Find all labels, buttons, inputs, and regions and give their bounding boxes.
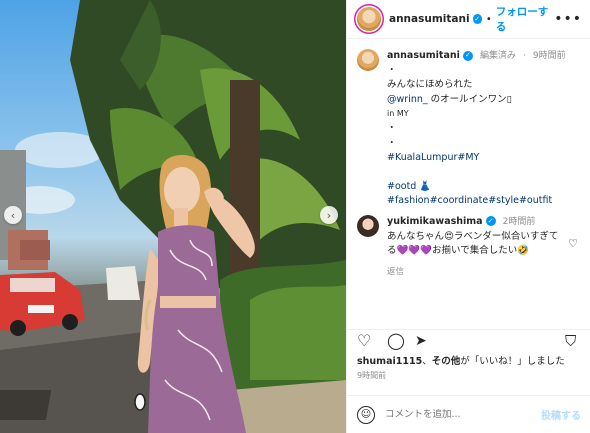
emoji-smiley-icon[interactable]: ☺ [357,405,375,424]
comment-body: yukimikawashima ✓ 2時間前 あんなちゃん😍ラベンダー似合いすぎて… [387,215,567,279]
caption-line: ・ [387,137,397,149]
chevron-right-icon: › [326,208,332,222]
hashtag-link[interactable]: #ootd 👗 [387,180,577,195]
commenter-avatar[interactable] [357,214,379,237]
previous-image-button[interactable]: ‹ [4,206,22,224]
caption-separator: · [522,51,526,61]
bookmark-icon[interactable]: ⛉ [565,332,576,350]
reply-button[interactable]: 返信 [387,265,567,280]
post-actions: ♡ ◯ ➤ ⛉ [347,329,590,352]
comment-item: yukimikawashima ✓ 2時間前 あんなちゃん😍ラベンダー似合いすぎて… [347,209,590,279]
separator-dot: • [485,13,492,25]
next-image-button[interactable]: › [320,206,338,224]
caption-line: ・ [387,64,397,76]
caption-edited: 編集済み [479,51,516,61]
caption-body: annasumitani ✓ 編集済み · 9時間前 ・ みんなにほめられた @w… [387,49,577,209]
hashtag-link[interactable]: #fashion#coordinate#style#outfit [387,194,577,209]
share-paper-plane-icon[interactable]: ➤ [415,332,427,350]
post-comment-button[interactable]: 投稿する [541,407,581,422]
author-avatar[interactable] [357,7,381,31]
liker-username[interactable]: shumai1115 [357,356,422,367]
post-photo[interactable]: ‹ › [0,0,346,433]
commenter-username[interactable]: yukimikawashima [387,216,483,227]
like-heart-icon[interactable]: ♡ [357,332,371,350]
caption-avatar[interactable] [357,49,379,71]
hashtag-link[interactable]: #KualaLumpur#MY [387,151,577,166]
follow-button[interactable]: フォローする [496,4,554,34]
comment-time[interactable]: 2時間前 [503,217,536,227]
likes-suffix: が「いいね！」しました [460,356,565,367]
comment-text: あんなちゃん😍ラベンダー似合いすぎてる💜💜💜お揃いで集合したい🤣 [387,230,559,257]
likes-others[interactable]: その他 [432,356,461,367]
post-timestamp[interactable]: 9時間前 [357,370,386,381]
chevron-left-icon: ‹ [10,208,16,222]
verified-badge-icon: ✓ [472,14,482,24]
verified-badge-icon: ✓ [462,50,473,61]
caption-line: in MY [387,109,409,119]
mention-link[interactable]: @wrinn_ [387,94,428,105]
post-header: annasumitani ✓ • フォローする ••• [347,0,590,39]
caption-username[interactable]: annasumitani [387,50,460,61]
likes-separator: 、 [422,356,432,367]
caption-line: みんなにほめられた [387,79,473,91]
caption-time[interactable]: 9時間前 [533,51,566,61]
caption-line: ・ [387,122,397,134]
more-options-icon[interactable]: ••• [554,11,582,27]
likes-summary: shumai1115、その他が「いいね！」しました [357,353,565,367]
add-comment-bar: ☺ 投稿する [347,395,590,433]
instagram-post-modal: ‹ › annasumitani ✓ • フォローする ••• annasumi… [0,0,590,433]
photo-illustration [0,0,346,433]
comment-like-heart-icon[interactable]: ♡ [568,237,578,250]
comment-input[interactable] [385,409,535,420]
post-caption: annasumitani ✓ 編集済み · 9時間前 ・ みんなにほめられた @w… [347,39,590,209]
post-side-panel: annasumitani ✓ • フォローする ••• annasumitani… [346,0,590,433]
caption-line: のオールインワン▯ [427,93,512,105]
author-username[interactable]: annasumitani [389,13,470,25]
comment-bubble-icon[interactable]: ◯ [387,332,405,350]
verified-badge-icon: ✓ [485,216,496,227]
